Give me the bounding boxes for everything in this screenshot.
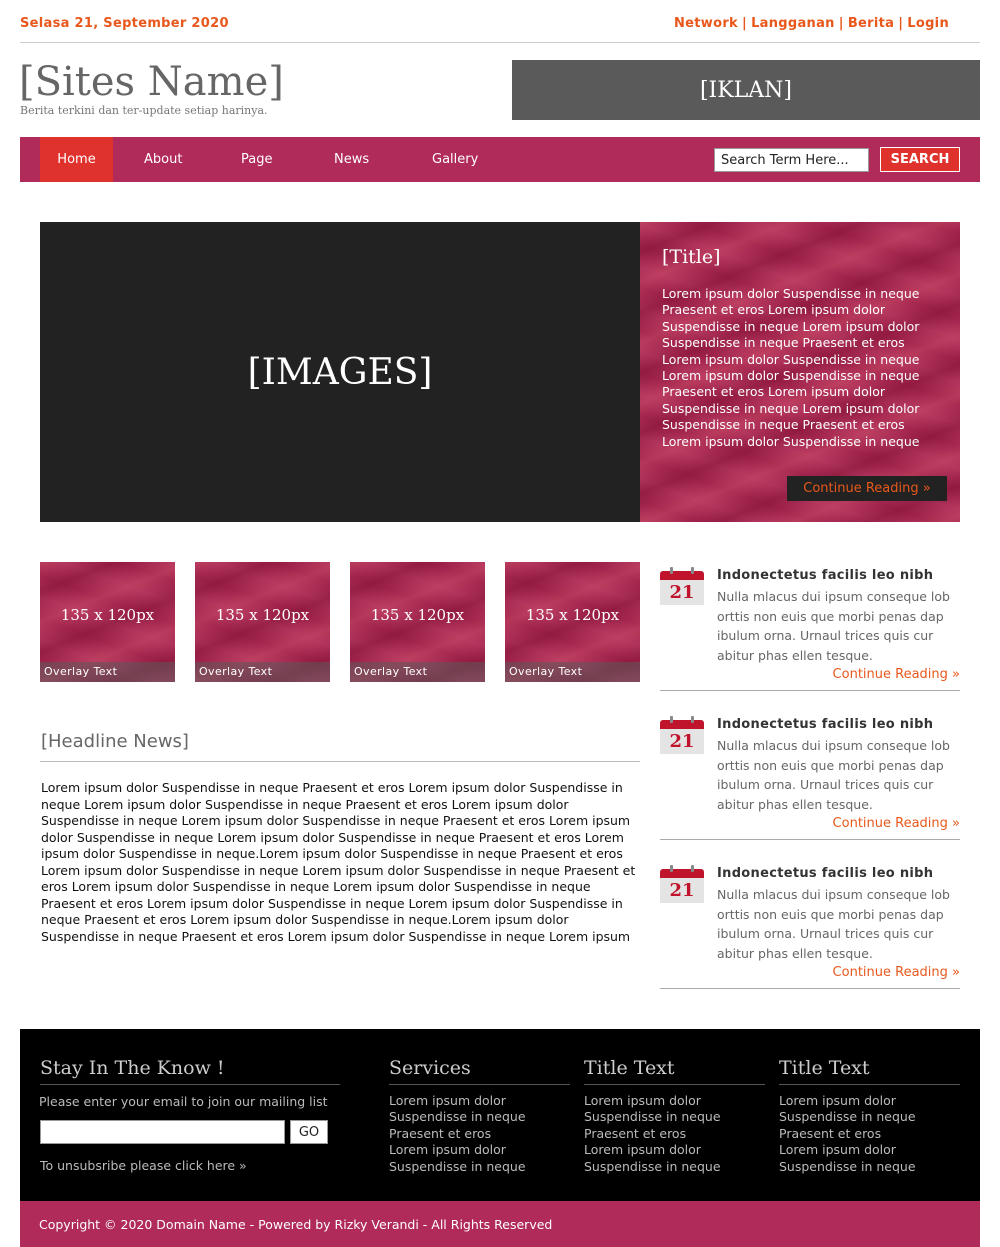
- calendar-icon: 21: [660, 716, 704, 754]
- top-link-network[interactable]: Network: [674, 16, 738, 31]
- calendar-icon: 21: [660, 567, 704, 605]
- footer-link[interactable]: Suspendisse in neque: [584, 1109, 721, 1125]
- ad-banner[interactable]: [IKLAN]: [512, 60, 980, 120]
- footer-link[interactable]: Lorem ipsum dolor: [779, 1093, 916, 1109]
- footer-link[interactable]: Lorem ipsum dolor: [389, 1093, 526, 1109]
- footer-link[interactable]: Suspendisse in neque: [779, 1159, 916, 1175]
- thumbnail[interactable]: 135 x 120px Overlay Text: [40, 562, 175, 682]
- newsletter-text: Please enter your email to join our mail…: [39, 1094, 328, 1109]
- copyright: Copyright © 2020 Domain Name - Powered b…: [20, 1201, 980, 1247]
- thumbnail-size-label: 135 x 120px: [215, 606, 310, 624]
- calendar-day: 21: [660, 729, 704, 754]
- news-item: 21 Indonectetus facilis leo nibh Nulla m…: [660, 865, 960, 989]
- footer-link[interactable]: Suspendisse in neque: [584, 1159, 721, 1175]
- thumbnail[interactable]: 135 x 120px Overlay Text: [505, 562, 640, 682]
- calendar-day: 21: [660, 878, 704, 903]
- thumbnail-overlay-text: Overlay Text: [350, 662, 485, 682]
- feature-image[interactable]: [IMAGES]: [40, 222, 640, 522]
- separator: |: [742, 16, 748, 31]
- nav-item-about[interactable]: About: [144, 137, 182, 182]
- divider: [389, 1084, 570, 1085]
- footer-link[interactable]: Praesent et eros: [389, 1126, 526, 1142]
- footer-column-list: Lorem ipsum dolor Suspendisse in neque P…: [584, 1093, 721, 1175]
- nav-item-home[interactable]: Home: [40, 137, 113, 182]
- search-button[interactable]: SEARCH: [880, 147, 960, 172]
- news-continue-reading-link[interactable]: Continue Reading »: [833, 965, 960, 980]
- email-field[interactable]: [40, 1120, 285, 1144]
- footer: Stay In The Know ! Please enter your ema…: [20, 1029, 980, 1201]
- footer-column-title: Title Text: [779, 1057, 870, 1079]
- top-link-login[interactable]: Login: [907, 16, 949, 31]
- calendar-day: 21: [660, 580, 704, 605]
- top-links: Network | Langganan | Berita | Login: [674, 16, 949, 31]
- footer-link[interactable]: Lorem ipsum dolor: [779, 1142, 916, 1158]
- search-input[interactable]: [714, 148, 869, 172]
- footer-column-title: Title Text: [584, 1057, 675, 1079]
- thumbnail-size-label: 135 x 120px: [525, 606, 620, 624]
- divider: [40, 761, 640, 762]
- nav-item-page[interactable]: Page: [241, 137, 272, 182]
- feature-continue-reading-button[interactable]: Continue Reading »: [787, 476, 947, 501]
- feature-title[interactable]: [Title]: [662, 246, 721, 268]
- footer-link[interactable]: Lorem ipsum dolor: [389, 1142, 526, 1158]
- main-nav: Home About Page News Gallery SEARCH: [20, 137, 980, 182]
- nav-item-news[interactable]: News: [334, 137, 369, 182]
- news-title[interactable]: Indonectetus facilis leo nibh: [717, 717, 933, 732]
- divider: [779, 1084, 960, 1085]
- news-body: Nulla mlacus dui ipsum conseque lob ortt…: [717, 589, 950, 663]
- footer-link[interactable]: Suspendisse in neque: [779, 1109, 916, 1125]
- headline-body: Lorem ipsum dolor Suspendisse in neque P…: [41, 780, 636, 944]
- top-link-berita[interactable]: Berita: [848, 16, 894, 31]
- thumbnail[interactable]: 135 x 120px Overlay Text: [350, 562, 485, 682]
- divider: [584, 1084, 765, 1085]
- news-body: Nulla mlacus dui ipsum conseque lob ortt…: [717, 887, 950, 961]
- thumbnail[interactable]: 135 x 120px Overlay Text: [195, 562, 330, 682]
- news-continue-reading-link[interactable]: Continue Reading »: [833, 667, 960, 682]
- footer-link[interactable]: Praesent et eros: [584, 1126, 721, 1142]
- top-link-langganan[interactable]: Langganan: [751, 16, 835, 31]
- footer-link[interactable]: Lorem ipsum dolor: [584, 1093, 721, 1109]
- site-tagline: Berita terkini dan ter-update setiap har…: [20, 104, 268, 117]
- news-title[interactable]: Indonectetus facilis leo nibh: [717, 568, 933, 583]
- thumbnail-overlay-text: Overlay Text: [40, 662, 175, 682]
- footer-column-title: Services: [389, 1057, 471, 1079]
- news-item: 21 Indonectetus facilis leo nibh Nulla m…: [660, 567, 960, 691]
- thumbnail-overlay-text: Overlay Text: [505, 662, 640, 682]
- nav-item-gallery[interactable]: Gallery: [432, 137, 478, 182]
- feature-panel: [Title] Lorem ipsum dolor Suspendisse in…: [640, 222, 960, 522]
- footer-column-list: Lorem ipsum dolor Suspendisse in neque P…: [389, 1093, 526, 1175]
- top-bar: Selasa 21, September 2020 Network | Langga…: [20, 0, 980, 43]
- feature-body: Lorem ipsum dolor Suspendisse in neque P…: [662, 286, 920, 449]
- footer-link[interactable]: Suspendisse in neque: [389, 1109, 526, 1125]
- separator: |: [898, 16, 904, 31]
- newsletter-title: Stay In The Know !: [40, 1057, 225, 1079]
- thumbnail-size-label: 135 x 120px: [60, 606, 155, 624]
- footer-link[interactable]: Suspendisse in neque: [389, 1159, 526, 1175]
- thumbnail-size-label: 135 x 120px: [370, 606, 465, 624]
- calendar-icon: 21: [660, 865, 704, 903]
- divider: [40, 1084, 340, 1085]
- news-continue-reading-link[interactable]: Continue Reading »: [833, 816, 960, 831]
- news-item: 21 Indonectetus facilis leo nibh Nulla m…: [660, 716, 960, 840]
- footer-link[interactable]: Praesent et eros: [779, 1126, 916, 1142]
- separator: |: [838, 16, 844, 31]
- footer-column-list: Lorem ipsum dolor Suspendisse in neque P…: [779, 1093, 916, 1175]
- unsubscribe-link[interactable]: To unsubsribe please click here »: [40, 1158, 247, 1173]
- subscribe-go-button[interactable]: GO: [290, 1120, 328, 1144]
- headline-title: [Headline News]: [41, 731, 189, 752]
- news-body: Nulla mlacus dui ipsum conseque lob ortt…: [717, 738, 950, 812]
- thumbnail-overlay-text: Overlay Text: [195, 662, 330, 682]
- site-name[interactable]: [Sites Name]: [19, 60, 284, 104]
- news-title[interactable]: Indonectetus facilis leo nibh: [717, 866, 933, 881]
- footer-link[interactable]: Lorem ipsum dolor: [584, 1142, 721, 1158]
- current-date: Selasa 21, September 2020: [20, 16, 229, 31]
